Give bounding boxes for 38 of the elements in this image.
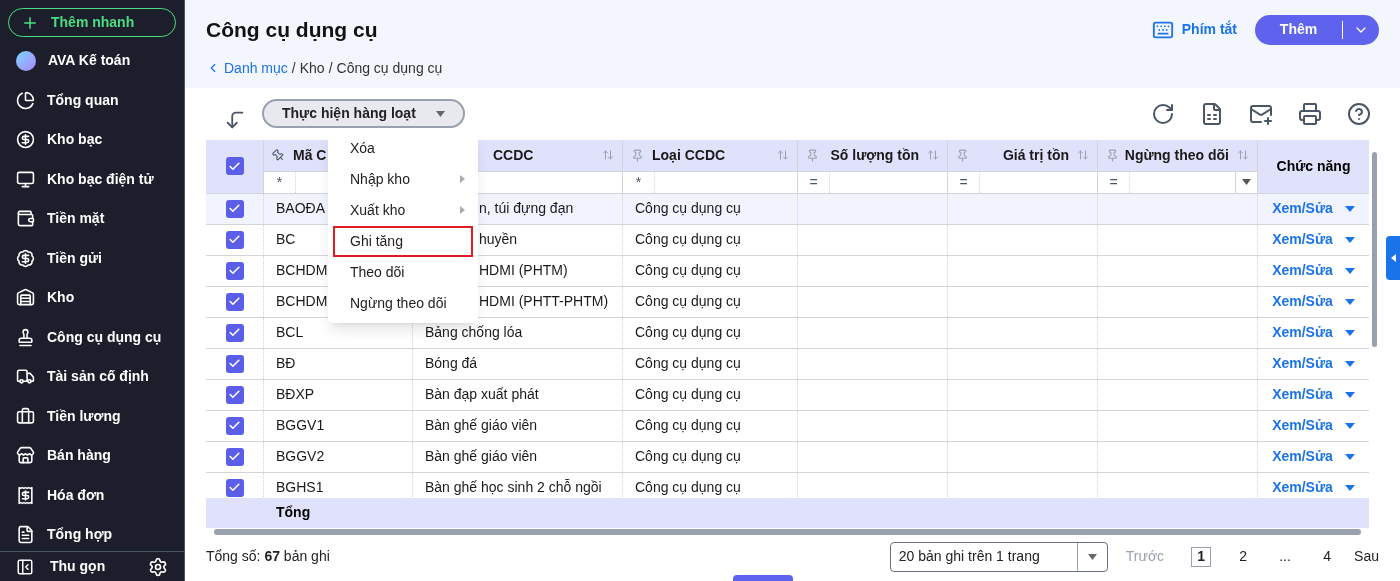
breadcrumb-text: / [291,58,296,78]
table-cell-text: BĐ [276,354,296,373]
table-cell-text: Công cụ dụng cụ [635,416,741,435]
table-cell-text: Bóng đá [425,354,478,373]
table-cell-text: HDMI (PHTM) [479,261,568,280]
table-cell-text: Công cụ dụng cụ [635,292,741,311]
table-cell-text: Công cụ dụng cụ [635,354,741,373]
table-cell-text: Công cụ dụng cụ [635,447,741,466]
table-cell-text: BĐXP [276,385,315,404]
table-cell-text: BGGV1 [276,416,325,435]
table-cell-text: Công cụ dụng cụ [635,261,741,280]
table-cell-text: Bàn đạp xuất phát [425,385,539,404]
table-cell-text: Công cụ dụng cụ [635,199,741,218]
table-cell-text: Công cụ dụng cụ [635,230,741,249]
table-cell-text: Công cụ dụng cụ [635,323,741,342]
table-cell-text: BGHS1 [276,478,324,497]
table-cell-text: Bảng chống lóa [425,323,523,342]
column-header: Chức năng [1275,156,1352,176]
breadcrumb-text: Kho [299,58,325,78]
table-cell-text: Bàn ghế học sinh 2 chỗ ngồi [425,478,602,497]
table-cell-text: Công cụ dụng cụ [635,478,741,497]
table-cell-text: Công cụ dụng cụ [635,385,741,404]
breadcrumb-text: / [328,58,333,78]
page-title: Công cụ dụng cụ [206,17,379,43]
record-count: Tổng số: 67 bản ghi [206,547,331,566]
table-cell-text: BCHDM [276,261,328,280]
breadcrumb-text: Công cụ dụng cụ [336,58,443,78]
table-cell-text: BAOĐA [276,199,325,218]
table-cell-text: Bàn ghế giáo viên [425,447,538,466]
table-cell-text: BCHDM [276,292,328,311]
table-cell-text: BC [276,230,296,249]
table-cell-text: huyền [479,230,518,249]
table-cell-text: BCL [276,323,304,342]
table-cell-text: BGGV2 [276,447,325,466]
table-cell-text: n, túi đựng đạn [479,199,574,218]
table-cell-text: HDMI (PHTT-PHTM) [479,292,609,311]
table-cell-text: Bàn ghế giáo viên [425,416,538,435]
total-label: Tổng [276,503,311,522]
